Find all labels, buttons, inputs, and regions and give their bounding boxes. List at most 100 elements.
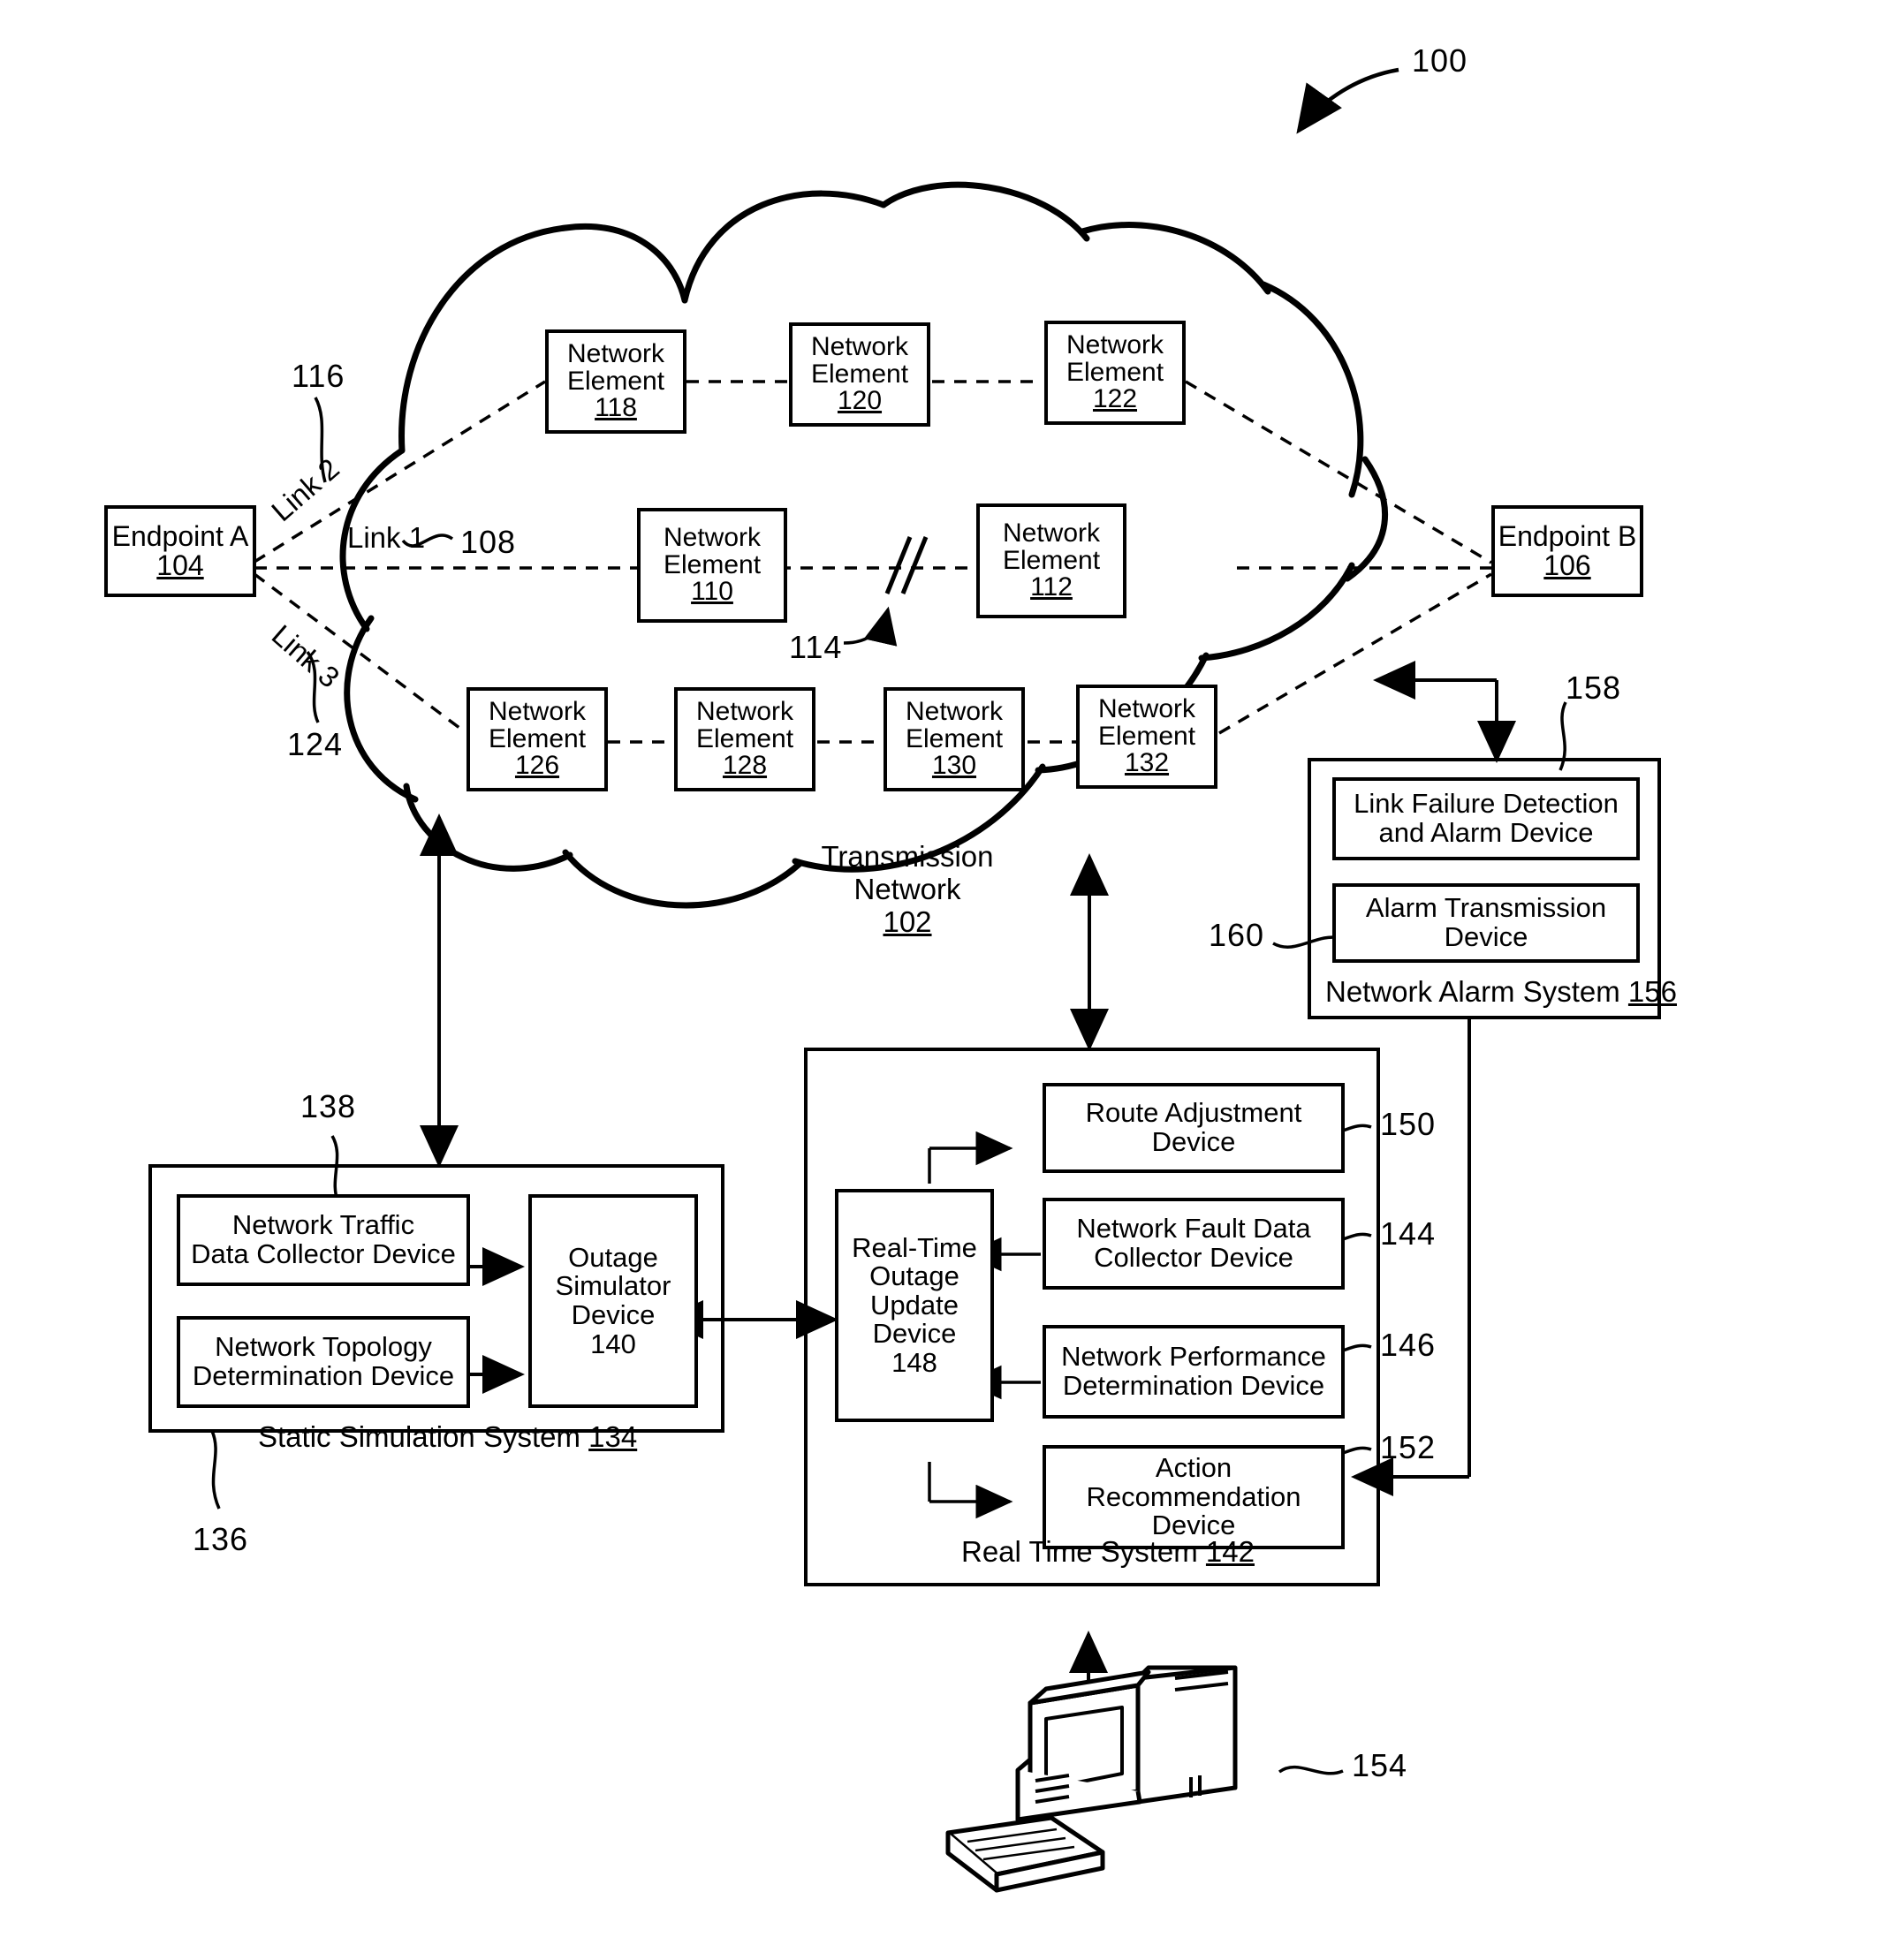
osd-ref: 140 [590, 1328, 636, 1359]
ne-128-line1: Network [695, 697, 794, 727]
transmission-network-ref: 102 [883, 904, 932, 938]
network-element-132-box[interactable]: Network Element 132 [1076, 685, 1217, 789]
alarm-to-cloud-arrow [1373, 661, 1516, 763]
transmission-network-line1: Transmission [821, 840, 994, 873]
figure-100-leader [1296, 67, 1399, 134]
ntd-line2: Determination Device [192, 1360, 455, 1391]
ne-132-ref: 132 [1124, 748, 1170, 778]
endpoint-b-label: Endpoint B [1498, 520, 1637, 553]
outage-simulator-device-box[interactable]: Outage Simulator Device 140 [528, 1194, 698, 1408]
alarm-transmission-device-box[interactable]: Alarm Transmission Device [1332, 883, 1640, 963]
real-time-outage-update-device-box[interactable]: Real-Time Outage Update Device 148 [835, 1189, 994, 1422]
ne-126-ref: 126 [514, 751, 560, 781]
static-simulation-system-title: Static Simulation System [258, 1420, 589, 1453]
osd-line2: Simulator [555, 1270, 671, 1302]
network-alarm-system-ref: 156 [1627, 975, 1677, 1008]
ntd-line1: Network Topology [215, 1331, 432, 1363]
network-element-126-box[interactable]: Network Element 126 [466, 687, 608, 791]
network-element-120-box[interactable]: Network Element 120 [789, 322, 930, 427]
network-element-128-box[interactable]: Network Element 128 [674, 687, 815, 791]
link-3-path [253, 572, 1492, 744]
endpoint-b-ref: 106 [1543, 549, 1591, 581]
ref-114-leader [843, 606, 898, 647]
network-alarm-system-title: Network Alarm System [1325, 975, 1628, 1008]
nfdc-line2: Collector Device [1094, 1242, 1293, 1273]
osd-line3: Device [571, 1299, 656, 1330]
ref-146: 146 [1380, 1327, 1437, 1363]
ne-118-ref: 118 [595, 393, 637, 423]
atd-line1: Alarm Transmission [1365, 892, 1607, 924]
ne-128-line2: Element [695, 723, 794, 753]
ne-120-line1: Network [810, 332, 909, 362]
network-traffic-data-collector-device-box[interactable]: Network Traffic Data Collector Device [177, 1194, 470, 1286]
ne-122-line1: Network [1066, 330, 1164, 360]
network-alarm-system-label: Network Alarm System 156 [1325, 975, 1677, 1009]
ref-150: 150 [1380, 1106, 1437, 1142]
nfdc-line1: Network Fault Data [1076, 1213, 1311, 1245]
ne-112-ref: 112 [1030, 572, 1073, 602]
rtou-line3: Update [870, 1289, 959, 1321]
route-adjustment-device-box[interactable]: Route Adjustment Device [1043, 1083, 1345, 1173]
ref-144: 144 [1380, 1215, 1437, 1252]
ne-122-line2: Element [1066, 357, 1164, 387]
ref-138: 138 [300, 1088, 357, 1124]
ne-132-line1: Network [1097, 694, 1196, 724]
ne-118-line2: Element [566, 366, 665, 396]
lfd-line1: Link Failure Detection [1354, 788, 1619, 820]
transmission-network-label: Transmission Network 102 [806, 840, 1009, 939]
ne-126-line1: Network [488, 697, 587, 727]
network-topology-determination-device-box[interactable]: Network Topology Determination Device [177, 1316, 470, 1408]
ntdc-line1: Network Traffic [231, 1209, 415, 1241]
network-performance-determination-device-box[interactable]: Network Performance Determination Device [1043, 1325, 1345, 1419]
transmission-network-line2: Network [853, 872, 961, 905]
ref-152: 152 [1380, 1429, 1437, 1465]
patent-figure-page: 100 Endpoint A 104 Endpoint B 106 Link 2… [0, 0, 1896, 1960]
ref-108: 108 [460, 524, 517, 560]
atd-line2: Device [1444, 921, 1528, 952]
ne-128-ref: 128 [722, 751, 768, 781]
figure-ref-100: 100 [1412, 42, 1468, 79]
ntdc-line2: Data Collector Device [191, 1238, 456, 1269]
rtou-line4: Device [872, 1318, 957, 1350]
ard-line1: Action [1155, 1452, 1232, 1484]
ne-130-line2: Element [905, 723, 1004, 753]
link-break-marker [884, 536, 929, 594]
ne-120-ref: 120 [837, 386, 883, 416]
ref-158: 158 [1566, 670, 1622, 706]
endpoint-b-box[interactable]: Endpoint B 106 [1491, 505, 1643, 597]
osd-line1: Outage [568, 1241, 658, 1273]
ne-130-ref: 130 [931, 751, 977, 781]
static-simulation-system-label: Static Simulation System 134 [258, 1420, 637, 1454]
ne-122-ref: 122 [1092, 384, 1138, 414]
action-recommendation-device-box[interactable]: Action Recommendation Device [1043, 1445, 1345, 1549]
endpoint-a-label: Endpoint A [111, 520, 249, 553]
ref-154-leader [1278, 1766, 1344, 1775]
rtou-ref: 148 [891, 1346, 937, 1378]
network-element-110-box[interactable]: Network Element 110 [637, 508, 787, 623]
link-failure-detection-and-alarm-device-box[interactable]: Link Failure Detection and Alarm Device [1332, 777, 1640, 860]
ne-130-line1: Network [905, 697, 1004, 727]
ne-110-ref: 110 [691, 577, 733, 607]
real-time-system-label: Real Time System 142 [961, 1535, 1255, 1569]
network-element-118-box[interactable]: Network Element 118 [545, 329, 686, 434]
endpoint-a-box[interactable]: Endpoint A 104 [104, 505, 256, 597]
lfd-line2: and Alarm Device [1378, 817, 1594, 848]
network-fault-data-collector-device-box[interactable]: Network Fault Data Collector Device [1043, 1198, 1345, 1290]
network-element-112-box[interactable]: Network Element 112 [976, 503, 1126, 618]
endpoint-a-ref: 104 [156, 549, 204, 581]
network-element-122-box[interactable]: Network Element 122 [1044, 321, 1186, 425]
ne-110-line1: Network [663, 523, 762, 553]
ref-114: 114 [789, 629, 843, 665]
ne-126-line2: Element [488, 723, 587, 753]
real-time-system-title: Real Time System [961, 1535, 1206, 1568]
rtou-line2: Outage [869, 1260, 959, 1292]
ref-124: 124 [287, 726, 344, 762]
ne-118-line1: Network [566, 339, 665, 369]
ref-136-leader [210, 1430, 221, 1510]
real-time-system-ref: 142 [1205, 1535, 1255, 1568]
network-element-130-box[interactable]: Network Element 130 [884, 687, 1025, 791]
ard-line2: Recommendation [1086, 1480, 1301, 1512]
rad-line1: Route Adjustment [1085, 1097, 1302, 1129]
computer-terminal-icon [945, 1665, 1238, 1893]
npd-line1: Network Performance [1061, 1341, 1326, 1373]
